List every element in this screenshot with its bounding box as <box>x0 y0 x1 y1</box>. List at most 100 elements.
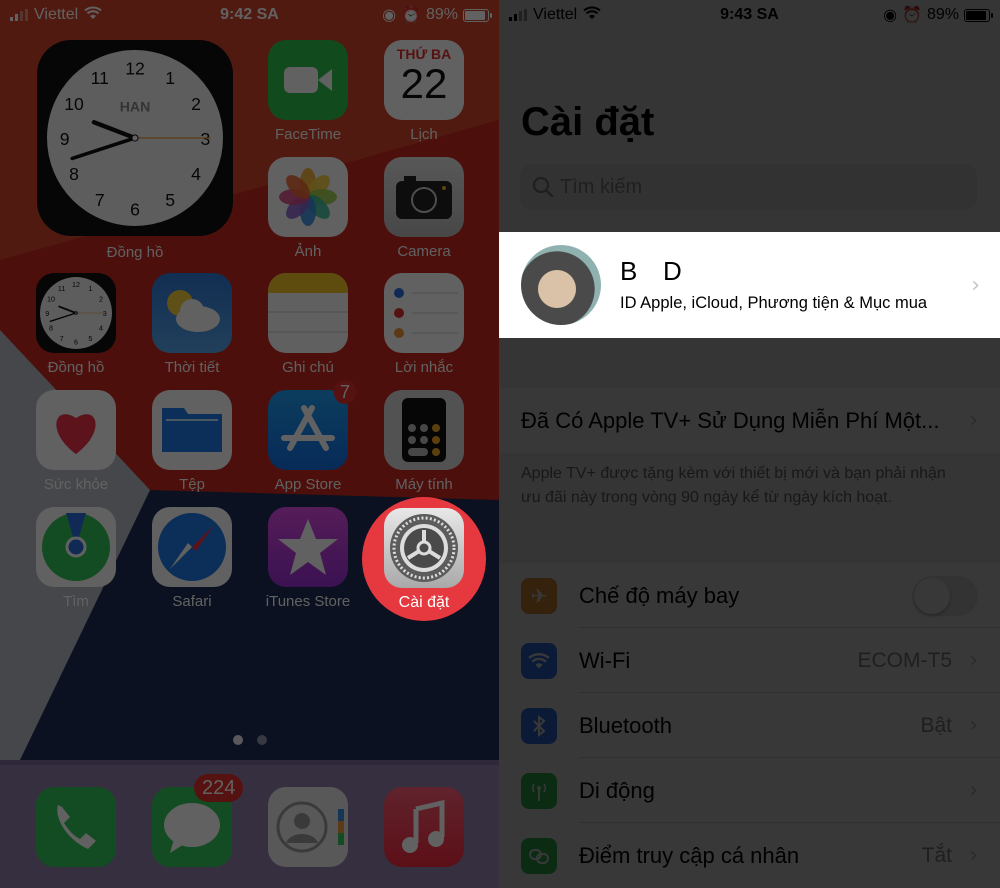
row-bluetooth[interactable]: Bluetooth Bật › <box>499 693 1000 758</box>
clock-number: 12 <box>72 280 80 289</box>
itunes-store-icon <box>268 507 348 587</box>
promo-label: Đã Có Apple TV+ Sử Dụng Miễn Phí Một... <box>521 407 940 433</box>
clock-number: 7 <box>95 190 105 210</box>
clock-number: 9 <box>45 309 49 318</box>
phone-icon <box>36 787 116 867</box>
photos-icon <box>268 157 348 237</box>
battery-percent: 89% <box>425 6 458 23</box>
app-store-icon <box>268 390 348 470</box>
calculator-icon <box>384 390 464 470</box>
apple-tv-promo[interactable]: Đã Có Apple TV+ Sử Dụng Miễn Phí Một... … <box>499 388 1000 453</box>
clock-number: 3 <box>201 129 211 149</box>
page-indicator[interactable] <box>0 735 499 745</box>
battery-icon <box>964 8 993 22</box>
reminders-icon <box>384 273 464 353</box>
minute-hand <box>70 136 137 161</box>
row-cellular[interactable]: Di động › <box>499 758 1000 823</box>
hour-hand <box>91 120 138 141</box>
files-icon <box>152 390 232 470</box>
airplane-mode-toggle[interactable] <box>912 575 978 616</box>
clock-number: 10 <box>47 294 55 303</box>
clock-number: 1 <box>165 68 175 88</box>
clock-number: 7 <box>60 334 64 343</box>
settings-gear-icon <box>390 514 458 582</box>
messages-badge: 224 <box>194 774 244 802</box>
calendar-icon: THỨ BA 22 <box>384 40 464 120</box>
health-icon <box>36 390 116 470</box>
connectivity-group: ✈ Chế độ máy bay Wi-Fi ECOM-T5 › Bluetoo… <box>499 563 1000 888</box>
bluetooth-icon <box>521 708 557 744</box>
orientation-lock-icon: ◉ <box>883 7 898 24</box>
profile-subtitle: ID Apple, iCloud, Phương tiện & Mục mua <box>620 294 928 312</box>
alarm-icon: ⏰ <box>902 7 922 24</box>
clock-number: 3 <box>103 309 107 318</box>
search-bar[interactable] <box>520 164 977 210</box>
clock-number: 1 <box>88 284 92 293</box>
clock-number: 6 <box>130 199 140 219</box>
cellular-icon <box>521 773 557 809</box>
row-personal-hotspot[interactable]: Điểm truy cập cá nhân Tắt › <box>499 823 1000 888</box>
music-icon <box>384 787 464 867</box>
contacts-icon <box>268 787 348 867</box>
chevron-right-icon: › <box>969 713 978 738</box>
clock-number: 2 <box>191 94 201 114</box>
clock-number: 2 <box>99 294 103 303</box>
camera-icon <box>384 157 464 237</box>
airplane-icon: ✈ <box>521 578 557 614</box>
status-bar: Viettel 9:42 SA ◉ ⏰ 89% <box>0 0 499 30</box>
row-airplane-mode[interactable]: ✈ Chế độ máy bay <box>499 563 1000 628</box>
facetime-icon <box>268 40 348 120</box>
status-bar: Viettel 9:43 SA ◉ ⏰ 89% <box>499 0 1000 30</box>
battery-percent: 89% <box>926 6 959 23</box>
weather-icon <box>152 273 232 353</box>
chevron-right-icon: › <box>971 272 980 298</box>
chevron-right-icon: › <box>969 778 978 803</box>
home-screen: Viettel 9:42 SA ◉ ⏰ 89% 12 1 2 3 4 5 6 7 8 9 10 11 H… <box>0 0 499 888</box>
bluetooth-value: Bật <box>920 713 952 737</box>
app-settings[interactable] <box>384 508 464 588</box>
safari-icon <box>152 507 232 587</box>
notes-icon <box>268 273 348 353</box>
page-title: Cài đặt <box>521 100 655 144</box>
wifi-icon <box>521 643 557 679</box>
page-dot[interactable] <box>232 735 243 745</box>
clock-number: 5 <box>165 190 175 210</box>
app-store-badge: 7 <box>334 380 357 404</box>
promo-note: Apple TV+ được tặng kèm với thiết bị mới… <box>521 465 946 506</box>
apple-id-profile[interactable]: B D ID Apple, iCloud, Phương tiện & Mục … <box>499 232 1000 338</box>
find-my-icon <box>36 507 116 587</box>
chevron-right-icon: › <box>969 648 978 673</box>
clock-number: 8 <box>49 323 53 332</box>
orientation-lock-icon: ◉ <box>382 7 397 24</box>
clock-number: 9 <box>60 129 70 149</box>
clock-face: 12 1234567891011HAN <box>47 50 223 226</box>
clock-icon: 12 1 2 3 4 5 6 7 8 9 10 11 <box>36 273 116 353</box>
clock-widget[interactable]: 12 1 2 3 4 5 6 7 8 9 10 11 HAN Đồng hồ <box>37 40 233 261</box>
clock-number: 12 <box>125 59 145 79</box>
clock-number: 4 <box>191 164 201 184</box>
clock-number: 4 <box>99 323 103 332</box>
battery-icon <box>463 8 492 22</box>
hotspot-value: Tắt <box>921 843 952 867</box>
profile-name: B D <box>620 256 683 286</box>
clock-number: 11 <box>91 68 109 88</box>
clock-number: 5 <box>88 334 92 343</box>
clock-number: 10 <box>64 94 84 114</box>
row-wifi[interactable]: Wi-Fi ECOM-T5 › <box>499 628 1000 693</box>
clock-number: 11 <box>58 284 65 293</box>
settings-app-label: Cài đặt <box>398 594 450 611</box>
clock-number: 6 <box>74 338 78 347</box>
settings-screen: Viettel 9:43 SA ◉ ⏰ 89% Cài đặt B D ID A… <box>499 0 1000 888</box>
wifi-value: ECOM-T5 <box>857 648 953 672</box>
chevron-right-icon: › <box>969 843 978 868</box>
search-input[interactable] <box>560 175 940 199</box>
clock-city: HAN <box>120 99 151 115</box>
clock-widget-label: Đồng hồ <box>106 244 164 261</box>
alarm-icon: ⏰ <box>401 7 421 24</box>
page-dot[interactable] <box>256 735 267 745</box>
clock-number: 8 <box>69 164 79 184</box>
search-icon <box>532 176 554 198</box>
hotspot-icon <box>521 838 557 874</box>
chevron-right-icon: › <box>969 408 978 433</box>
avatar <box>521 245 601 325</box>
